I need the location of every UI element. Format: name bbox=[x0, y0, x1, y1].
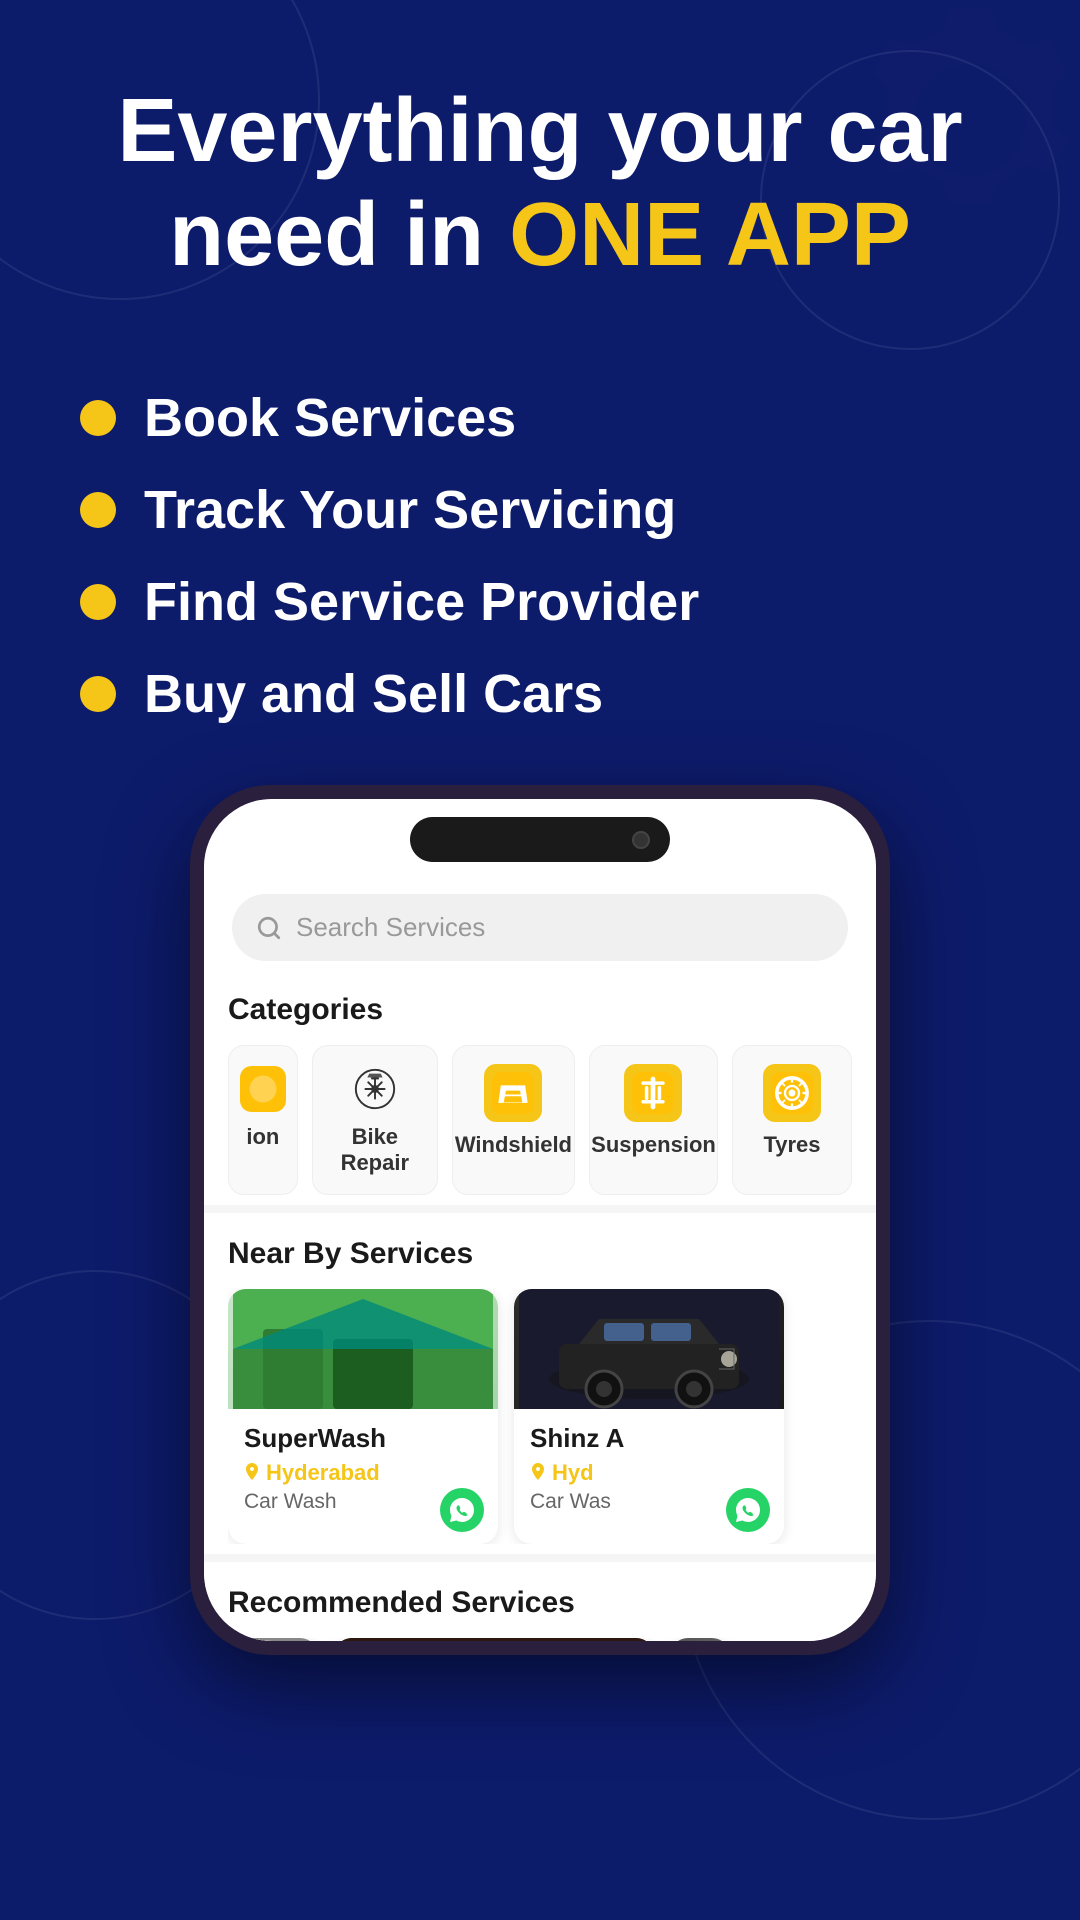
feature-dot-book bbox=[80, 400, 116, 436]
location-pin-icon-1 bbox=[244, 1463, 260, 1483]
partial-label: ion bbox=[246, 1124, 279, 1150]
suspension-icon bbox=[624, 1064, 682, 1122]
categories-section: Categories ion bbox=[204, 977, 876, 1205]
category-item-windshield[interactable]: Windshield bbox=[452, 1045, 575, 1195]
partial-right-image bbox=[670, 1638, 730, 1641]
nearby-section: Near By Services bbox=[204, 1221, 876, 1554]
whatsapp-icon-2 bbox=[735, 1497, 761, 1523]
windshield-label: Windshield bbox=[455, 1132, 572, 1158]
partial-icon bbox=[238, 1064, 288, 1114]
rec-card-partial-left[interactable]: ashing bbox=[228, 1638, 318, 1641]
car-silhouette bbox=[514, 1289, 784, 1409]
rec-card-detailing[interactable]: DETAILING MAFIA The Detailing Mafia Niza… bbox=[334, 1638, 654, 1641]
category-item-suspension[interactable]: Suspension bbox=[589, 1045, 718, 1195]
feature-list: Book Services Track Your Servicing Find … bbox=[0, 387, 1080, 725]
recommended-cards-row: ashing bbox=[228, 1638, 852, 1641]
search-placeholder: Search Services bbox=[296, 912, 485, 943]
feature-dot-find bbox=[80, 584, 116, 620]
partial-left-image bbox=[228, 1638, 318, 1641]
phone-camera bbox=[632, 831, 650, 849]
feature-item-track: Track Your Servicing bbox=[80, 479, 676, 541]
superwash-location-row: Hyderabad bbox=[244, 1460, 482, 1486]
search-icon bbox=[256, 915, 282, 941]
tyres-icon bbox=[763, 1064, 821, 1122]
hero-section: Everything your car need in ONE APP bbox=[0, 0, 1080, 387]
phone-frame: Search Services Categories bbox=[190, 785, 890, 1655]
suspension-label: Suspension bbox=[591, 1132, 716, 1158]
feature-item-find: Find Service Provider bbox=[80, 571, 699, 633]
detailing-image: DETAILING MAFIA bbox=[334, 1638, 654, 1641]
categories-title: Categories bbox=[228, 993, 852, 1027]
hero-title-highlight: ONE APP bbox=[509, 185, 911, 285]
search-bar-container: Search Services bbox=[204, 874, 876, 977]
shinz-name: Shinz A bbox=[530, 1423, 768, 1454]
feature-text-buy: Buy and Sell Cars bbox=[144, 663, 603, 725]
windshield-icon bbox=[484, 1064, 542, 1122]
category-item-bike-repair[interactable]: Bike Repair bbox=[312, 1045, 438, 1195]
whatsapp-icon-1 bbox=[449, 1497, 475, 1523]
feature-text-track: Track Your Servicing bbox=[144, 479, 676, 541]
feature-dot-buy bbox=[80, 676, 116, 712]
feature-text-book: Book Services bbox=[144, 387, 516, 449]
shinz-location: Hyd bbox=[552, 1460, 594, 1486]
shinz-image bbox=[514, 1289, 784, 1409]
superwash-image bbox=[228, 1289, 498, 1409]
hero-title: Everything your car need in ONE APP bbox=[60, 80, 1020, 287]
category-item-tyres[interactable]: Tyres bbox=[732, 1045, 852, 1195]
hero-title-line2: need in bbox=[169, 185, 509, 285]
tyres-label: Tyres bbox=[763, 1132, 820, 1158]
bike-repair-label: Bike Repair bbox=[327, 1124, 423, 1176]
recommended-title: Recommended Services bbox=[228, 1586, 852, 1620]
location-pin-icon-2 bbox=[530, 1463, 546, 1483]
shinz-location-row: Hyd bbox=[530, 1460, 768, 1486]
bike-repair-icon bbox=[350, 1064, 400, 1114]
phone-container: Search Services Categories bbox=[0, 785, 1080, 1655]
nearby-title: Near By Services bbox=[228, 1237, 852, 1271]
phone-notch bbox=[410, 817, 670, 862]
categories-row: ion bbox=[228, 1045, 852, 1195]
feature-item-book: Book Services bbox=[80, 387, 516, 449]
superwash-name: SuperWash bbox=[244, 1423, 482, 1454]
shinz-whatsapp-btn[interactable] bbox=[726, 1488, 770, 1532]
divider-2 bbox=[204, 1554, 876, 1562]
divider-1 bbox=[204, 1205, 876, 1213]
feature-item-buy: Buy and Sell Cars bbox=[80, 663, 603, 725]
hero-title-line1: Everything your car bbox=[117, 81, 962, 181]
superwash-location: Hyderabad bbox=[266, 1460, 380, 1486]
service-cards-row: SuperWash Hyderabad Car Wash bbox=[228, 1289, 852, 1544]
superwash-whatsapp-btn[interactable] bbox=[440, 1488, 484, 1532]
feature-text-find: Find Service Provider bbox=[144, 571, 699, 633]
service-card-superwash[interactable]: SuperWash Hyderabad Car Wash bbox=[228, 1289, 498, 1544]
search-bar[interactable]: Search Services bbox=[232, 894, 848, 961]
service-card-shinz[interactable]: Shinz A Hyd Car Was bbox=[514, 1289, 784, 1544]
app-content: Search Services Categories bbox=[204, 799, 876, 1641]
feature-dot-track bbox=[80, 492, 116, 528]
recommended-section: Recommended Services ashing bbox=[204, 1570, 876, 1641]
rec-card-partial-right[interactable] bbox=[670, 1638, 730, 1641]
phone-inner: Search Services Categories bbox=[204, 799, 876, 1641]
category-item-partial[interactable]: ion bbox=[228, 1045, 298, 1195]
